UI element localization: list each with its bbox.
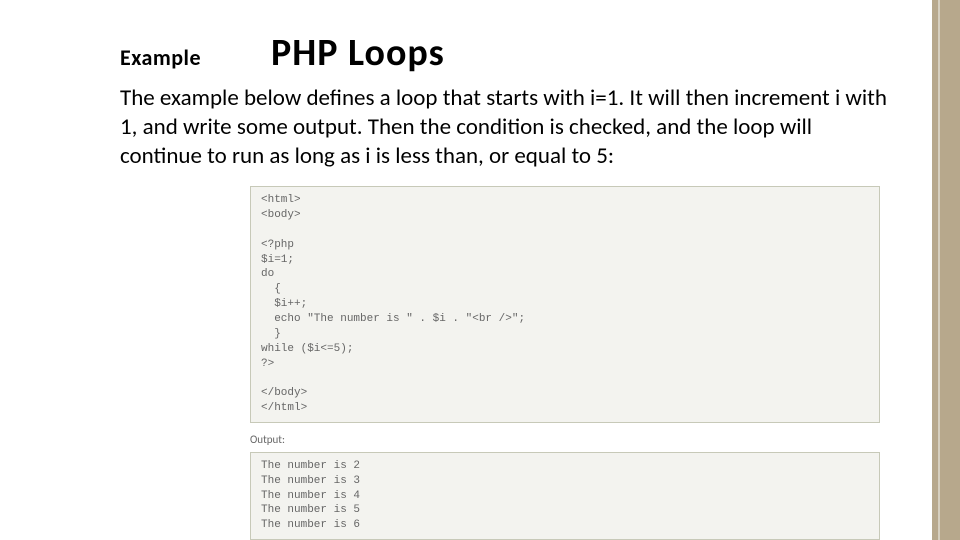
title-row: Example PHP Loops (120, 30, 910, 76)
code-block: <html> <body> <?php $i=1; do { $i++; ech… (250, 186, 880, 423)
slide-title: PHP Loops (271, 30, 445, 76)
output-label: Output: (250, 433, 910, 446)
slide-description: The example below defines a loop that st… (120, 84, 890, 170)
side-accent-bar (932, 0, 960, 540)
example-label: Example (120, 44, 201, 71)
side-accent-inner-line (938, 0, 940, 540)
slide-content: Example PHP Loops The example below defi… (120, 30, 910, 540)
output-block: The number is 2 The number is 3 The numb… (250, 452, 880, 540)
